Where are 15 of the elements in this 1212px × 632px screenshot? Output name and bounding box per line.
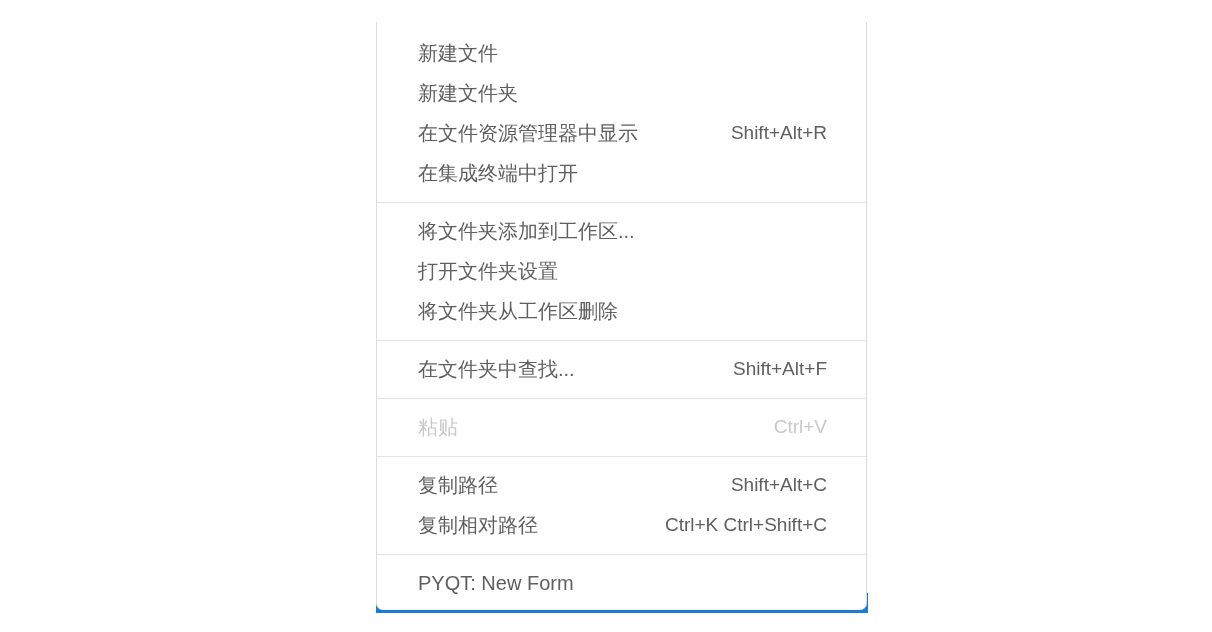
shortcut-text: Shift+Alt+R bbox=[730, 122, 827, 144]
menu-item[interactable]: PYQT: New Form bbox=[377, 563, 866, 603]
menu-item[interactable]: 新建文件夹 bbox=[377, 73, 866, 113]
menu-item[interactable]: 将文件夹添加到工作区... bbox=[377, 211, 866, 251]
shortcut-text: Shift+Alt+C bbox=[730, 474, 827, 496]
menu-item[interactable]: 在集成终端中打开 bbox=[377, 153, 866, 193]
menu-item[interactable]: 复制相对路径 Ctrl+K Ctrl+Shift+C bbox=[377, 505, 866, 545]
menu-item[interactable]: 打开文件夹设置 bbox=[377, 251, 866, 291]
shortcut-text: Shift+Alt+F bbox=[733, 358, 827, 380]
menu-item[interactable]: 将文件夹从工作区删除 bbox=[377, 291, 866, 331]
menu-item[interactable]: 复制路径 Shift+Alt+C bbox=[377, 465, 866, 505]
menu-item[interactable]: 在文件夹中查找... Shift+Alt+F bbox=[377, 349, 866, 389]
menu-item[interactable]: 新建文件 bbox=[377, 33, 866, 73]
shortcut-text: Ctrl+K Ctrl+Shift+C bbox=[664, 514, 827, 536]
menu-item[interactable]: 在文件资源管理器中显示 Shift+Alt+R bbox=[377, 113, 866, 153]
